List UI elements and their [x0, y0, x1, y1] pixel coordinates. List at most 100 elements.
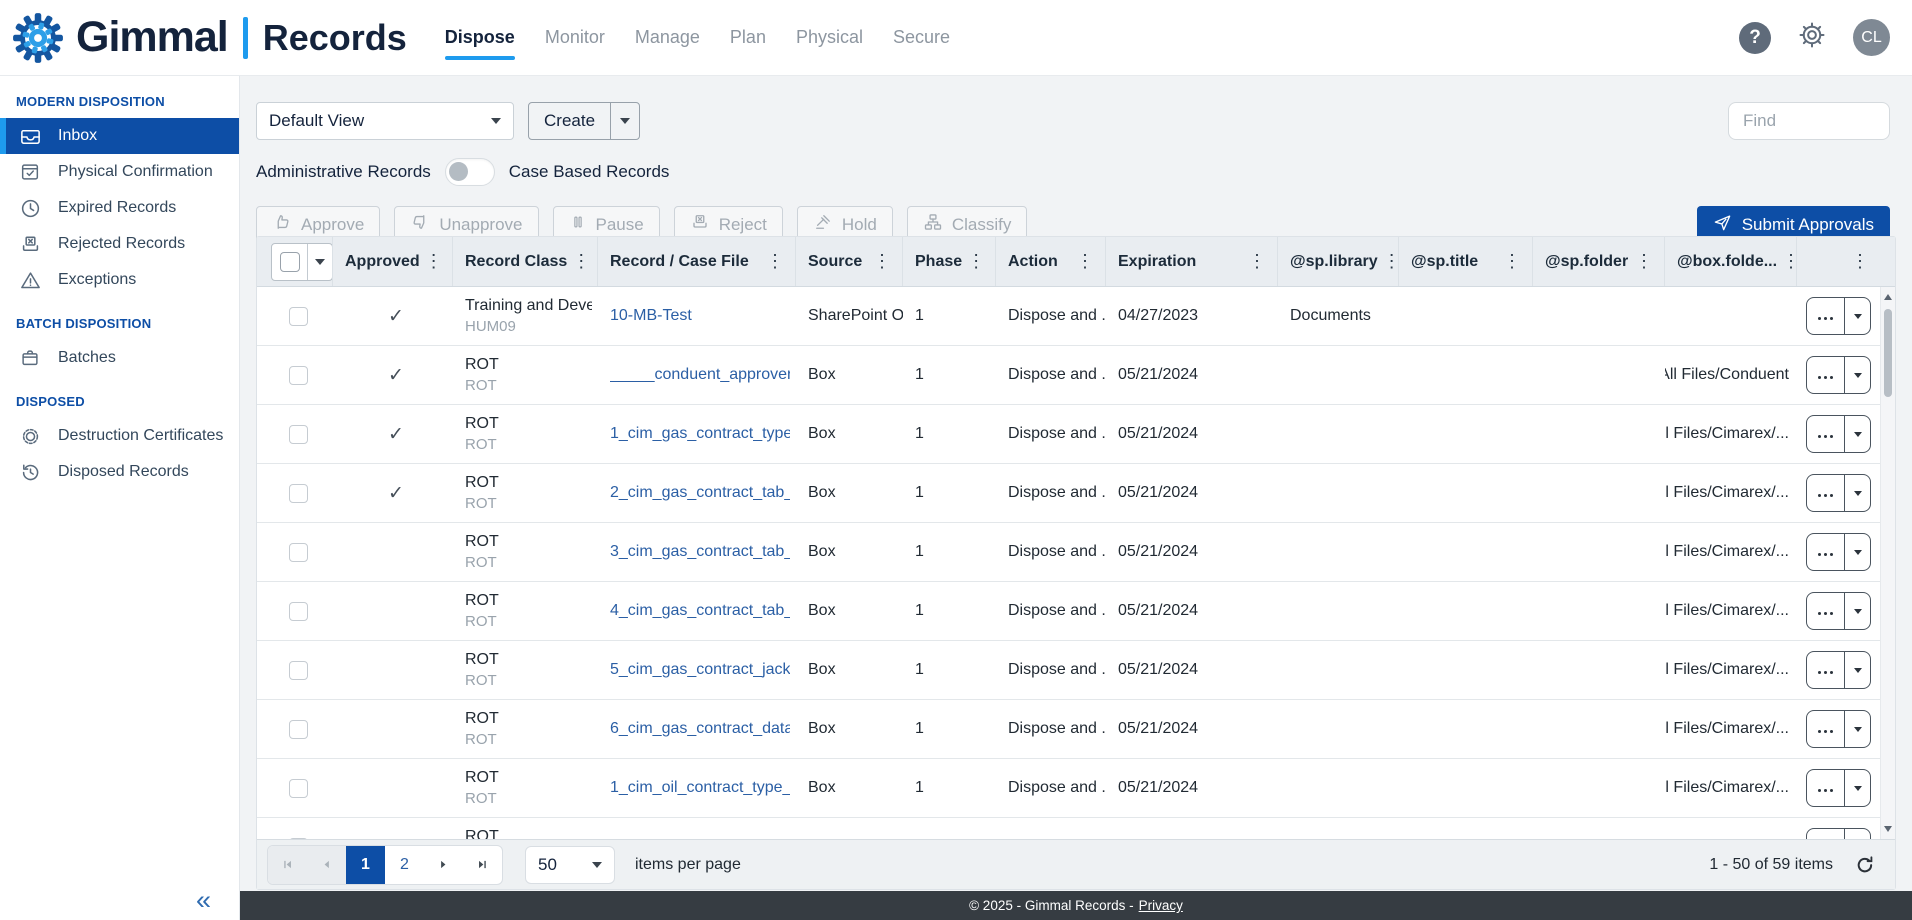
prev-page-button[interactable] [307, 846, 346, 884]
row-expand-button[interactable] [1845, 829, 1870, 839]
ellipsis-icon[interactable] [1807, 357, 1845, 393]
row-checkbox[interactable] [289, 602, 308, 621]
record-file-link[interactable]: 1_cim_oil_contract_type_cre... [610, 779, 790, 797]
record-file-link[interactable]: 10-MB-Test [610, 307, 692, 325]
record-file-link[interactable]: 4_cim_gas_contract_tab_dis... [610, 602, 790, 620]
row-menu-button[interactable] [1806, 828, 1871, 839]
sidebar-item-destruction-certificates[interactable]: Destruction Certificates [0, 418, 239, 454]
row-menu-button[interactable] [1806, 415, 1871, 453]
first-page-button[interactable] [268, 846, 307, 884]
nav-tab-dispose[interactable]: Dispose [445, 21, 515, 54]
record-type-toggle[interactable] [445, 158, 495, 186]
ellipsis-icon[interactable] [1807, 298, 1845, 334]
row-menu-button[interactable] [1806, 710, 1871, 748]
scroll-up-icon[interactable] [1881, 289, 1895, 305]
refresh-button[interactable] [1853, 853, 1877, 877]
column-menu-icon[interactable]: ⋮ [1777, 251, 1797, 272]
row-menu-button[interactable] [1806, 769, 1871, 807]
row-expand-button[interactable] [1845, 534, 1870, 570]
create-button[interactable]: Create [528, 102, 640, 140]
nav-tab-plan[interactable]: Plan [730, 21, 766, 54]
nav-tab-monitor[interactable]: Monitor [545, 21, 605, 54]
ellipsis-icon[interactable] [1807, 593, 1845, 629]
find-input[interactable] [1728, 102, 1890, 140]
row-expand-button[interactable] [1845, 357, 1870, 393]
scrollbar-thumb[interactable] [1884, 309, 1892, 397]
column-menu-icon[interactable]: ⋮ [1630, 251, 1658, 272]
row-checkbox[interactable] [289, 366, 308, 385]
row-menu-button[interactable] [1806, 356, 1871, 394]
sidebar-item-disposed-records[interactable]: Disposed Records [0, 454, 239, 490]
column-menu-icon[interactable]: ⋮ [1498, 251, 1526, 272]
row-menu-button[interactable] [1806, 474, 1871, 512]
ellipsis-icon[interactable] [1807, 416, 1845, 452]
sidebar-item-inbox[interactable]: Inbox [0, 118, 239, 154]
last-page-button[interactable] [463, 846, 502, 884]
row-menu-button[interactable] [1806, 297, 1871, 335]
row-expand-button[interactable] [1845, 770, 1870, 806]
next-page-button[interactable] [424, 846, 463, 884]
row-expand-button[interactable] [1845, 711, 1870, 747]
record-file-link[interactable]: 6_cim_gas_contract_datagri... [610, 720, 790, 738]
row-expand-button[interactable] [1845, 593, 1870, 629]
ellipsis-icon[interactable] [1807, 475, 1845, 511]
sidebar-item-physical-confirmation[interactable]: Physical Confirmation [0, 154, 239, 190]
row-checkbox[interactable] [289, 425, 308, 444]
settings-button[interactable] [1795, 21, 1829, 55]
ellipsis-icon[interactable] [1807, 770, 1845, 806]
select-all-dropdown[interactable] [307, 244, 332, 280]
avatar[interactable]: CL [1853, 19, 1890, 56]
row-checkbox[interactable] [289, 661, 308, 680]
select-all-checkbox[interactable] [280, 252, 300, 272]
ellipsis-icon[interactable] [1807, 711, 1845, 747]
row-checkbox[interactable] [289, 779, 308, 798]
row-checkbox[interactable] [289, 838, 308, 840]
column-menu-icon[interactable]: ⋮ [868, 251, 896, 272]
column-menu-icon[interactable]: ⋮ [567, 251, 595, 272]
scroll-down-icon[interactable] [1881, 821, 1895, 837]
row-checkbox[interactable] [289, 484, 308, 503]
nav-tab-physical[interactable]: Physical [796, 21, 863, 54]
row-menu-button[interactable] [1806, 651, 1871, 689]
column-menu-icon[interactable]: ⋮ [962, 251, 990, 272]
row-menu-button[interactable] [1806, 533, 1871, 571]
column-menu-icon[interactable]: ⋮ [761, 251, 789, 272]
vertical-scrollbar[interactable] [1880, 287, 1895, 839]
page-size-select[interactable]: 50 [525, 846, 615, 884]
ellipsis-icon[interactable] [1807, 829, 1845, 839]
column-menu-icon[interactable]: ⋮ [420, 251, 448, 272]
page-button-1[interactable]: 1 [346, 846, 385, 884]
row-checkbox[interactable] [289, 720, 308, 739]
record-file-link[interactable]: _____conduent_approvers_... [610, 366, 790, 384]
column-menu-icon[interactable]: ⋮ [1846, 251, 1874, 272]
row-expand-button[interactable] [1845, 416, 1870, 452]
row-checkbox[interactable] [289, 307, 308, 326]
record-file-link[interactable]: 2_cim_gas_contract_tab_dis... [610, 484, 790, 502]
privacy-link[interactable]: Privacy [1139, 898, 1183, 913]
record-file-link[interactable]: 3_cim_gas_contract_tab_dis... [610, 543, 790, 561]
sidebar-item-batches[interactable]: Batches [0, 340, 239, 376]
ellipsis-icon[interactable] [1807, 652, 1845, 688]
row-expand-button[interactable] [1845, 652, 1870, 688]
column-menu-icon[interactable]: ⋮ [1243, 251, 1271, 272]
ellipsis-icon[interactable] [1807, 534, 1845, 570]
sidebar-item-expired-records[interactable]: Expired Records [0, 190, 239, 226]
sidebar-item-rejected-records[interactable]: Rejected Records [0, 226, 239, 262]
row-menu-button[interactable] [1806, 592, 1871, 630]
row-checkbox[interactable] [289, 543, 308, 562]
page-button-2[interactable]: 2 [385, 846, 424, 884]
nav-tab-manage[interactable]: Manage [635, 21, 700, 54]
row-expand-button[interactable] [1845, 298, 1870, 334]
row-expand-button[interactable] [1845, 475, 1870, 511]
column-menu-icon[interactable]: ⋮ [1071, 251, 1099, 272]
column-menu-icon[interactable]: ⋮ [1378, 251, 1399, 272]
sidebar-collapse-button[interactable]: « [196, 885, 211, 916]
help-button[interactable]: ? [1739, 22, 1771, 54]
record-file-link[interactable]: 1_cim_gas_contract_type_cr... [610, 425, 790, 443]
nav-tab-secure[interactable]: Secure [893, 21, 950, 54]
record-file-link[interactable]: 5_cim_gas_contract_jacket.dql [610, 661, 790, 679]
view-select[interactable]: Default View [256, 102, 514, 140]
select-all-widget[interactable] [271, 243, 333, 281]
sidebar-item-exceptions[interactable]: Exceptions [0, 262, 239, 298]
create-dropdown-button[interactable] [610, 103, 639, 139]
